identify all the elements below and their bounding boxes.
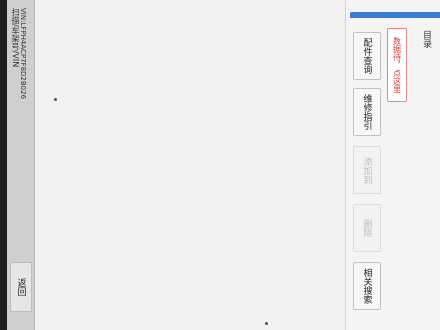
add-to-button[interactable]: 添加到 bbox=[353, 146, 381, 194]
main-content-area[interactable] bbox=[35, 0, 345, 330]
back-button-label: 返回 bbox=[15, 278, 26, 296]
panel-accent-bar bbox=[350, 12, 440, 18]
parts-query-button[interactable]: 配件查询 bbox=[353, 32, 381, 80]
cursor-dot bbox=[54, 98, 57, 101]
parts-query-label: 配件查询 bbox=[361, 38, 372, 74]
hint-label: 数据待，点这里 bbox=[392, 37, 402, 93]
back-button[interactable]: 返回 bbox=[10, 262, 32, 312]
vin-label: VIN:LFPH4ACP7F8D2B026 bbox=[19, 8, 27, 100]
repair-guide-label: 维修指引 bbox=[361, 94, 372, 130]
delete-button[interactable]: 删除 bbox=[353, 204, 381, 252]
screen-edge bbox=[0, 0, 7, 330]
related-search-button[interactable]: 相关搜索 bbox=[353, 262, 381, 310]
add-to-label: 添加到 bbox=[361, 156, 372, 184]
hint-link[interactable]: 数据待，点这里 bbox=[387, 28, 407, 102]
related-search-label: 相关搜索 bbox=[361, 268, 372, 304]
cursor-dot bbox=[265, 322, 268, 325]
delete-label: 删除 bbox=[361, 219, 372, 237]
repair-guide-button[interactable]: 维修指引 bbox=[353, 88, 381, 136]
panel-title: 目录 bbox=[421, 30, 431, 48]
